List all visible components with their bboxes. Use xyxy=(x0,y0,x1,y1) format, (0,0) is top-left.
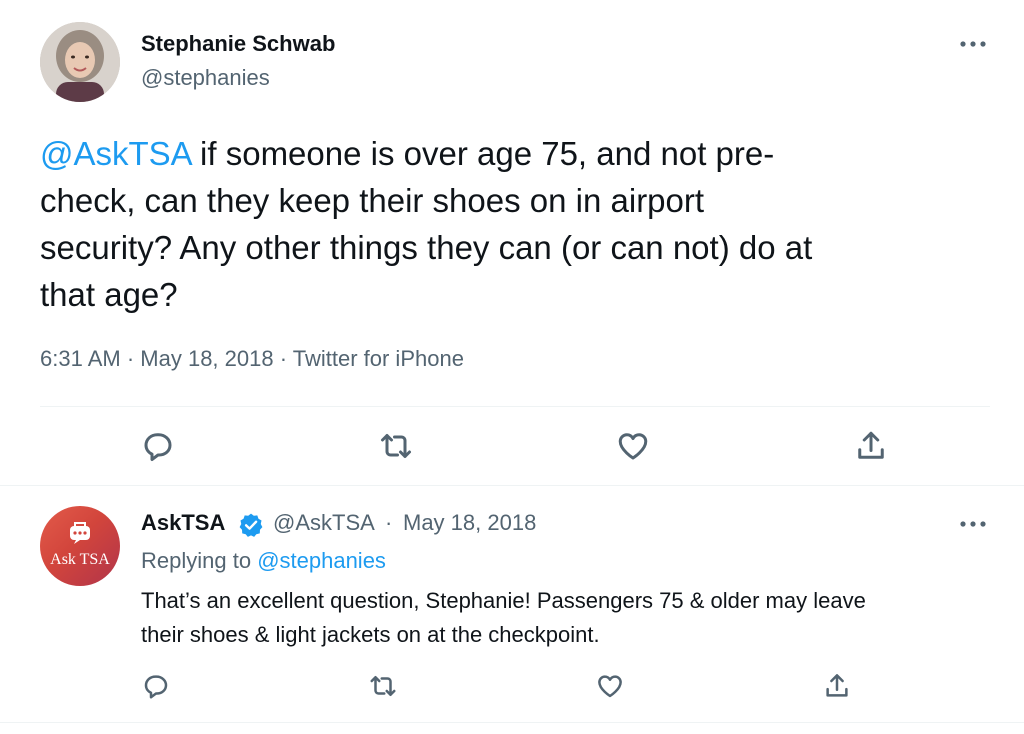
retweet-icon xyxy=(381,434,411,458)
reply-text-line: their shoes & light jackets on at the ch… xyxy=(141,622,600,647)
tweet-text-line: that age? xyxy=(40,276,178,313)
divider xyxy=(0,722,1024,723)
tweet-text: @AskTSA if someone is over age 75, and n… xyxy=(40,130,980,318)
replying-to-label: Replying to xyxy=(141,548,258,573)
avatar-photo xyxy=(40,22,120,102)
reply-button[interactable] xyxy=(138,426,178,466)
meta-separator: · xyxy=(273,346,293,371)
tweet-text-line: check, can they keep their shoes on in a… xyxy=(40,182,705,219)
verified-badge-icon xyxy=(239,513,263,537)
reply-author-handle[interactable]: @AskTSA xyxy=(273,510,375,536)
like-button[interactable] xyxy=(613,426,653,466)
tweet-meta: 6:31 AM · May 18, 2018 · Twitter for iPh… xyxy=(40,346,464,372)
reply-text: That’s an excellent question, Stephanie!… xyxy=(141,584,1001,652)
divider xyxy=(40,406,990,407)
replying-to-handle[interactable]: @stephanies xyxy=(257,548,386,573)
author-name[interactable]: Stephanie Schwab xyxy=(141,31,335,57)
meta-separator: · xyxy=(120,346,141,371)
reply-reply-button[interactable] xyxy=(136,666,176,706)
retweet-button[interactable] xyxy=(376,426,416,466)
author-handle[interactable]: @stephanies xyxy=(141,65,270,91)
asktsa-avatar[interactable]: Ask TSA xyxy=(40,506,120,586)
retweet-icon xyxy=(370,676,396,696)
tweet-source[interactable]: Twitter for iPhone xyxy=(293,346,464,371)
asktsa-logo-icon xyxy=(70,522,90,544)
reply-more-options-button[interactable] xyxy=(955,512,991,536)
share-icon xyxy=(858,431,884,459)
more-icon xyxy=(960,521,986,527)
divider xyxy=(0,485,1024,486)
more-icon xyxy=(960,41,986,47)
like-icon xyxy=(618,433,648,460)
meta-separator: · xyxy=(385,510,393,535)
mention-link[interactable]: @AskTSA xyxy=(40,135,191,172)
reply-author-name[interactable]: AskTSA xyxy=(141,510,225,536)
tweet-text-line: @AskTSA if someone is over age 75, and n… xyxy=(40,130,980,177)
main-tweet: Stephanie Schwab @stephanies @AskTSA if … xyxy=(0,0,1024,486)
reply-like-button[interactable] xyxy=(590,666,630,706)
avatar[interactable] xyxy=(40,22,120,102)
reply-text-line: That’s an excellent question, Stephanie!… xyxy=(141,588,866,613)
replying-to: Replying to @stephanies xyxy=(141,548,386,574)
reply-icon xyxy=(144,675,168,699)
reply-retweet-button[interactable] xyxy=(363,666,403,706)
share-icon xyxy=(826,674,848,697)
tweet-text-line: security? Any other things they can (or … xyxy=(40,229,813,266)
reply-icon xyxy=(144,433,172,461)
share-button[interactable] xyxy=(851,426,891,466)
more-options-button[interactable] xyxy=(955,32,991,56)
tweet-date[interactable]: May 18, 2018 xyxy=(140,346,273,371)
like-icon xyxy=(598,675,622,698)
tweet-text-body: if someone is over age 75, and not pre- xyxy=(190,135,775,172)
asktsa-avatar-text: Ask TSA xyxy=(50,551,110,568)
tweet-time[interactable]: 6:31 AM xyxy=(40,346,121,371)
reply-date[interactable]: May 18, 2018 xyxy=(403,510,536,536)
reply-share-button[interactable] xyxy=(817,666,857,706)
